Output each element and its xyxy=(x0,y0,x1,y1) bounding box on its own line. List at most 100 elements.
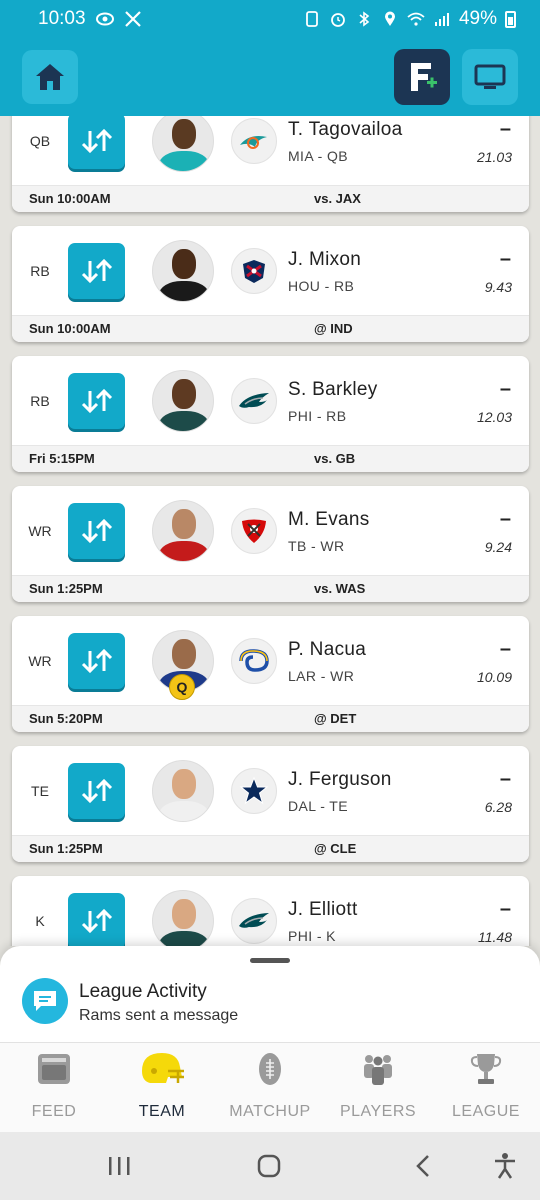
player-avatar xyxy=(152,500,214,562)
player-card[interactable]: TE J. Ferguson DAL - TE – 6.28 Sun 1:25P… xyxy=(12,746,529,862)
x-app-icon xyxy=(124,10,142,28)
roster-list: QB T. Tagovailoa MIA - QB – 21.03 Sun 10… xyxy=(0,116,540,946)
game-time: Fri 5:15PM xyxy=(29,451,95,466)
team-logo-dolphins-icon xyxy=(231,118,277,164)
bluetooth-icon xyxy=(355,10,373,28)
team-logo-eagles-icon xyxy=(231,898,277,944)
swap-button[interactable] xyxy=(68,763,125,819)
home-system-button[interactable] xyxy=(254,1150,284,1182)
swap-arrows-icon xyxy=(81,648,112,674)
player-projection: 21.03 xyxy=(476,149,512,165)
feed-icon xyxy=(38,1054,70,1084)
player-card[interactable]: WR M. Evans TB - WR – 9.24 Sun 1:25PM vs… xyxy=(12,486,529,602)
game-time: Sun 1:25PM xyxy=(29,841,103,856)
back-chevron-icon xyxy=(416,1155,429,1177)
player-avatar xyxy=(152,240,214,302)
player-team: MIA - QB xyxy=(288,148,348,164)
signal-icon xyxy=(433,10,451,28)
player-name[interactable]: S. Barkley xyxy=(288,379,378,401)
swap-button[interactable] xyxy=(68,633,125,689)
recent-apps-button[interactable] xyxy=(104,1150,134,1182)
tv-button[interactable] xyxy=(462,49,518,105)
player-card[interactable]: RB S. Barkley PHI - RB – 12.03 Fri 5:15P… xyxy=(12,356,529,472)
opponent: vs. JAX xyxy=(314,191,361,206)
trophy-icon xyxy=(470,1054,502,1084)
player-name[interactable]: M. Evans xyxy=(288,509,370,531)
player-projection: 12.03 xyxy=(476,409,512,425)
team-logo-rams-icon xyxy=(231,638,277,684)
swap-arrows-icon xyxy=(81,908,112,934)
football-icon xyxy=(259,1053,281,1085)
tab-team[interactable]: TEAM xyxy=(108,1043,216,1133)
player-name[interactable]: P. Nacua xyxy=(288,639,366,661)
tab-label: FEED xyxy=(31,1103,77,1120)
player-score: – xyxy=(499,378,511,400)
game-info: Sun 1:25PM vs. WAS xyxy=(12,575,529,602)
player-name[interactable]: J. Mixon xyxy=(288,249,361,271)
accessibility-icon xyxy=(495,1153,515,1179)
swap-button[interactable] xyxy=(68,116,125,169)
battery-percent: 49% xyxy=(458,8,497,29)
app-header xyxy=(0,38,540,116)
location-icon xyxy=(381,10,399,28)
tab-label: MATCHUP xyxy=(229,1103,311,1120)
player-avatar xyxy=(152,760,214,822)
player-avatar xyxy=(152,890,214,946)
player-score: – xyxy=(499,248,511,270)
player-team: HOU - RB xyxy=(288,278,355,294)
game-info: Fri 5:15PM vs. GB xyxy=(12,445,529,472)
tab-feed[interactable]: FEED xyxy=(0,1043,108,1133)
game-time: Sun 10:00AM xyxy=(29,321,111,336)
swap-button[interactable] xyxy=(68,893,125,946)
position-label: QB xyxy=(29,133,51,149)
player-projection: 9.24 xyxy=(484,539,512,555)
player-score: – xyxy=(499,638,511,660)
tab-league[interactable]: LEAGUE xyxy=(432,1043,540,1133)
player-score: – xyxy=(499,898,511,920)
position-label: WR xyxy=(28,653,52,669)
player-avatar xyxy=(152,116,214,172)
fantasy-plus-icon xyxy=(411,63,437,91)
home-button[interactable] xyxy=(22,50,78,104)
opponent: @ CLE xyxy=(314,841,357,856)
swap-button[interactable] xyxy=(68,243,125,299)
player-name[interactable]: J. Ferguson xyxy=(288,769,392,791)
player-score: – xyxy=(499,768,511,790)
tab-matchup[interactable]: MATCHUP xyxy=(216,1043,324,1133)
league-activity-sheet[interactable]: League Activity Rams sent a message xyxy=(0,946,540,1042)
game-time: Sun 10:00AM xyxy=(29,191,111,206)
home-circle-icon xyxy=(257,1154,281,1178)
fantasy-plus-button[interactable] xyxy=(394,49,450,105)
tv-icon xyxy=(474,64,506,89)
player-projection: 6.28 xyxy=(484,799,512,815)
position-label: WR xyxy=(28,523,52,539)
battery-icon xyxy=(505,10,516,28)
swap-button[interactable] xyxy=(68,373,125,429)
game-time: Sun 1:25PM xyxy=(29,581,103,596)
recent-apps-icon xyxy=(109,1157,130,1175)
position-label: K xyxy=(35,913,45,929)
league-activity-title: League Activity xyxy=(79,981,207,1002)
swap-arrows-icon xyxy=(81,258,112,284)
player-score: – xyxy=(499,118,511,140)
player-card[interactable]: RB J. Mixon HOU - RB – 9.43 Sun 10:00AM … xyxy=(12,226,529,342)
helmet-icon xyxy=(142,1053,184,1083)
back-button[interactable] xyxy=(408,1150,438,1182)
player-card[interactable]: K J. Elliott PHI - K – 11.48 xyxy=(12,876,529,946)
player-team: PHI - RB xyxy=(288,408,347,424)
game-info: Sun 5:20PM @ DET xyxy=(12,705,529,732)
player-card[interactable]: WR Q P. Nacua LAR - WR – 10.09 Sun 5:20P… xyxy=(12,616,529,732)
league-activity-message[interactable]: Rams sent a message xyxy=(79,1007,238,1025)
tab-label: LEAGUE xyxy=(452,1103,520,1120)
swap-button[interactable] xyxy=(68,503,125,559)
player-name[interactable]: J. Elliott xyxy=(288,899,358,921)
wifi-icon xyxy=(407,10,425,28)
bottom-tab-bar: FEED TEAM MATCHUP PLAYERS LEAGUE xyxy=(0,1042,540,1132)
player-name[interactable]: T. Tagovailoa xyxy=(288,119,402,141)
player-card[interactable]: QB T. Tagovailoa MIA - QB – 21.03 Sun 10… xyxy=(12,116,529,212)
player-score: – xyxy=(499,508,511,530)
accessibility-button[interactable] xyxy=(490,1150,520,1182)
tab-players[interactable]: PLAYERS xyxy=(324,1043,432,1133)
opponent: vs. WAS xyxy=(314,581,366,596)
sheet-drag-handle[interactable] xyxy=(250,958,290,963)
